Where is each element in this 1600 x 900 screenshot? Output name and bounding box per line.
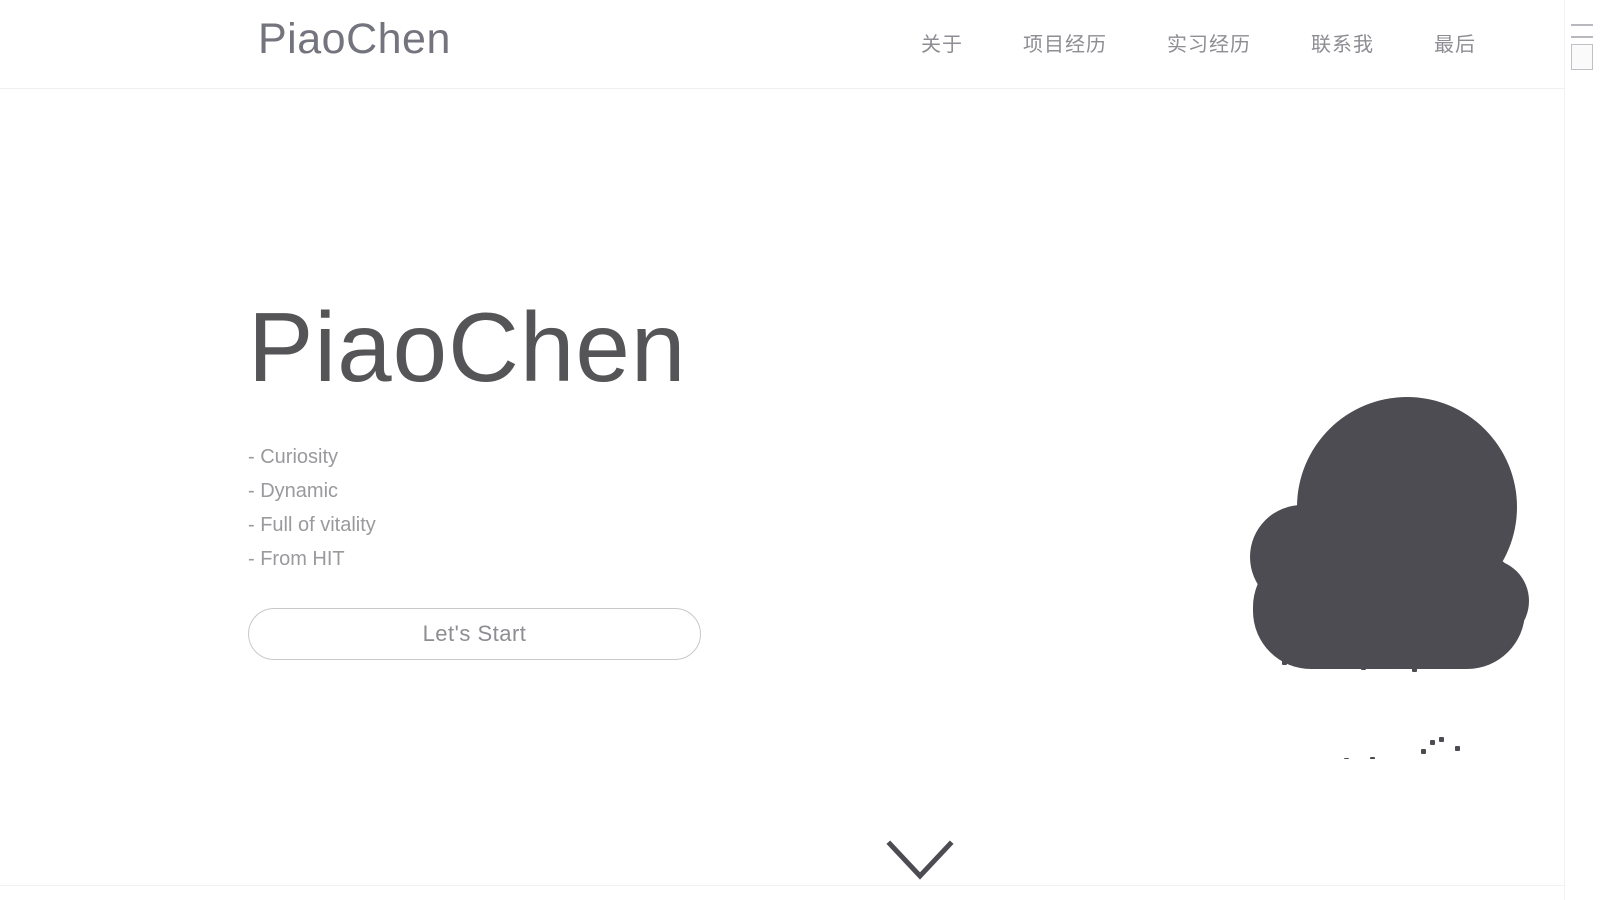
scroll-down-indicator[interactable] xyxy=(884,834,956,886)
scrollbar-thumb[interactable] xyxy=(1571,44,1593,70)
nav-item-projects[interactable]: 项目经历 xyxy=(993,28,1137,57)
list-item: - Dynamic xyxy=(248,479,339,502)
trait-list: - Curiosity - Dynamic - Full of vitality… xyxy=(248,440,948,576)
lets-start-button[interactable]: Let's Start xyxy=(248,607,701,660)
list-item: - Full of vitality xyxy=(248,513,376,536)
vertical-scrollbar[interactable] xyxy=(1564,0,1600,900)
nav-item-about[interactable]: 关于 xyxy=(891,28,993,57)
list-item: - From HIT xyxy=(248,547,345,570)
chevron-down-icon xyxy=(886,840,954,880)
raindrop-group-lower xyxy=(1344,737,1460,759)
main-nav: 关于 项目经历 实习经历 联系我 最后 xyxy=(891,28,1504,57)
brand-logo[interactable]: PiaoChen xyxy=(258,14,451,66)
list-item: - Curiosity xyxy=(248,445,339,468)
cloud-icon xyxy=(1250,397,1529,759)
page-bottom-rule xyxy=(0,885,1564,886)
site-header: PiaoChen 关于 项目经历 实习经历 联系我 最后 xyxy=(0,0,1564,89)
nav-item-internship[interactable]: 实习经历 xyxy=(1137,28,1281,57)
cloud-illustration xyxy=(1240,329,1540,759)
nav-item-contact[interactable]: 联系我 xyxy=(1281,28,1404,57)
nav-item-final[interactable]: 最后 xyxy=(1404,28,1504,57)
page-title: PiaoChen xyxy=(248,292,687,402)
scrollbar-mark-lower xyxy=(1571,36,1593,38)
hero-section: PiaoChen - Curiosity - Dynamic - Full of… xyxy=(0,89,1564,886)
hero-content: PiaoChen - Curiosity - Dynamic - Full of… xyxy=(248,292,948,660)
scrollbar-mark-upper xyxy=(1571,24,1593,26)
landing-page: PiaoChen 关于 项目经历 实习经历 联系我 最后 PiaoChen - … xyxy=(0,0,1600,900)
